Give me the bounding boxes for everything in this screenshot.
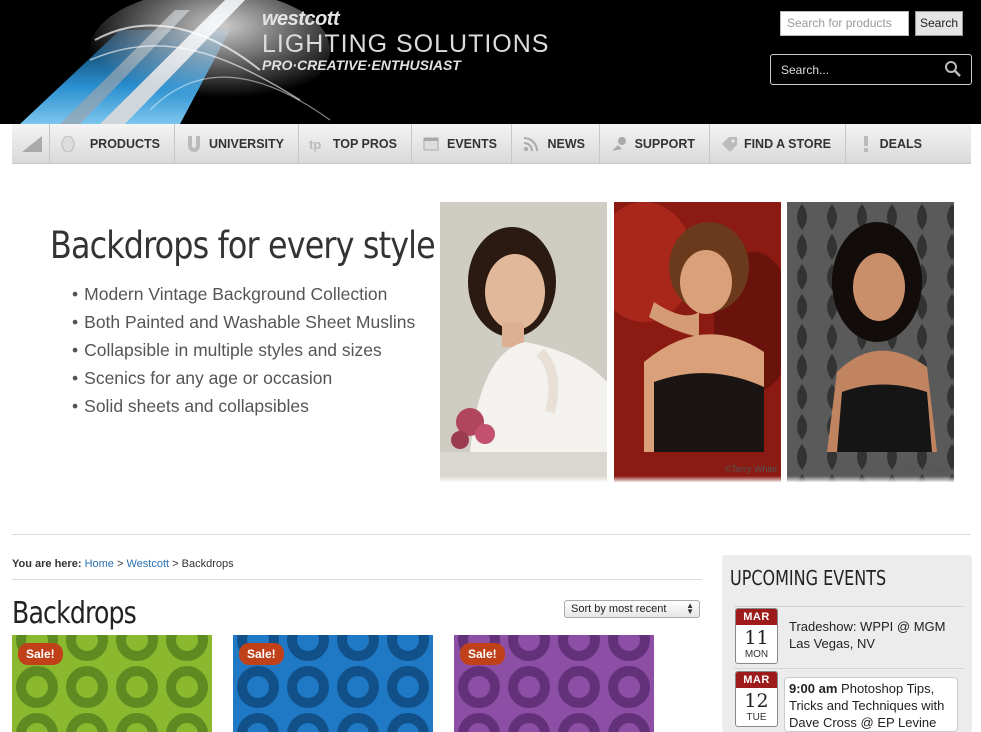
hero-bullet: Collapsible in multiple styles and sizes	[72, 336, 415, 364]
magnifier-icon[interactable]	[944, 60, 962, 78]
hero-title: Backdrops for every style	[50, 224, 436, 267]
nav-find-a-store[interactable]: FIND A STORE	[710, 124, 846, 164]
site-header: westcott LIGHTING SOLUTIONS PRO·CREATIVE…	[0, 0, 981, 124]
upcoming-events-panel: UPCOMING EVENTS MAR 11 MON Tradeshow: WP…	[722, 555, 972, 732]
sort-select-value: Sort by most recent	[571, 603, 667, 615]
hero-bullet: Both Painted and Washable Sheet Muslins	[72, 308, 415, 336]
nav-label: UNIVERSITY	[208, 137, 284, 151]
product-card[interactable]: Sale!	[233, 635, 433, 732]
nav-label: NEWS	[547, 137, 586, 151]
sale-badge: Sale!	[460, 643, 505, 665]
event-time: 9:00 am	[789, 681, 838, 696]
event-date-badge: MAR 12 TUE	[735, 671, 778, 727]
nav-university[interactable]: UNIVERSITY	[175, 124, 299, 164]
section-divider	[12, 534, 971, 535]
event-month: MAR	[736, 672, 777, 688]
nav-news[interactable]: NEWS	[512, 124, 600, 164]
hero-photo-damask[interactable]: ©Terry White	[787, 202, 954, 482]
sort-select[interactable]: Sort by most recent ▲ ▼	[564, 600, 700, 618]
events-title: UPCOMING EVENTS	[730, 566, 887, 590]
hero-bullet: Solid sheets and collapsibles	[72, 392, 415, 420]
product-card[interactable]: Sale!	[12, 635, 212, 732]
nav-home[interactable]	[12, 124, 50, 164]
events-divider	[734, 606, 964, 607]
event-day: 12	[744, 690, 769, 712]
product-card[interactable]: Sale!	[454, 635, 654, 732]
breadcrumb: You are here: Home > Westcott > Backdrop…	[12, 558, 234, 570]
events-divider	[734, 668, 964, 669]
breadcrumb-separator: >	[116, 558, 124, 570]
breadcrumb-divider	[12, 579, 702, 580]
event-weekday: TUE	[746, 712, 767, 723]
breadcrumb-separator: >	[172, 558, 179, 570]
hero-bullet: Scenics for any age or occasion	[72, 364, 415, 392]
breadcrumb-current: Backdrops	[181, 558, 234, 570]
event-day: 11	[744, 627, 769, 649]
hero-photo-red-backdrop[interactable]: ©Terry White	[614, 202, 781, 482]
sale-badge: Sale!	[239, 643, 284, 665]
photo-credit: ©Terry White	[897, 464, 950, 474]
sale-badge: Sale!	[18, 643, 63, 665]
event-date-badge: MAR 11 MON	[735, 608, 778, 664]
nav-events[interactable]: EVENTS	[412, 124, 512, 164]
nav-products[interactable]: PRODUCTS	[50, 124, 175, 164]
nav-label: PRODUCTS	[89, 137, 160, 151]
nav-label: EVENTS	[446, 137, 497, 151]
select-arrows-icon: ▲ ▼	[686, 601, 694, 616]
brand-name: westcott	[262, 8, 340, 30]
nav-deals[interactable]: DEALS	[846, 124, 936, 164]
hero-photo-bride[interactable]	[440, 202, 607, 482]
breadcrumb-home-link[interactable]: Home	[85, 558, 114, 570]
nav-support[interactable]: SUPPORT	[600, 124, 710, 164]
nav-top-pros[interactable]: tp TOP PROS	[299, 124, 412, 164]
nav-label: FIND A STORE	[743, 137, 831, 151]
hero-bullet: Modern Vintage Background Collection	[72, 280, 415, 308]
brand-title: LIGHTING SOLUTIONS	[262, 30, 550, 58]
breadcrumb-prefix: You are here:	[12, 558, 82, 570]
hero-feature-list: Modern Vintage Background Collection Bot…	[72, 280, 415, 420]
event-month: MAR	[736, 609, 777, 625]
main-nav: PRODUCTS UNIVERSITY tp TOP PROS EVENTS N…	[12, 124, 971, 164]
breadcrumb-westcott-link[interactable]: Westcott	[126, 558, 169, 570]
search-button[interactable]: Search	[915, 11, 963, 36]
nav-label: DEALS	[879, 137, 922, 151]
site-search-input[interactable]: Search...	[770, 54, 972, 85]
page-title: Backdrops	[12, 596, 137, 631]
event-weekday: MON	[744, 649, 769, 660]
event-link[interactable]: 9:00 am Photoshop Tips, Tricks and Techn…	[789, 680, 955, 731]
westcott-logo-icon	[22, 136, 42, 152]
nav-label: SUPPORT	[634, 137, 695, 151]
event-link[interactable]: Tradeshow: WPPI @ MGM Las Vegas, NV	[789, 618, 959, 652]
nav-label: TOP PROS	[332, 137, 397, 151]
brand-block[interactable]: westcott LIGHTING SOLUTIONS PRO·CREATIVE…	[262, 8, 549, 73]
search-products-input[interactable]: Search for products	[780, 11, 909, 36]
brand-tagline: PRO·CREATIVE·ENTHUSIAST	[262, 57, 461, 73]
photo-credit: ©Terry White	[724, 464, 777, 474]
